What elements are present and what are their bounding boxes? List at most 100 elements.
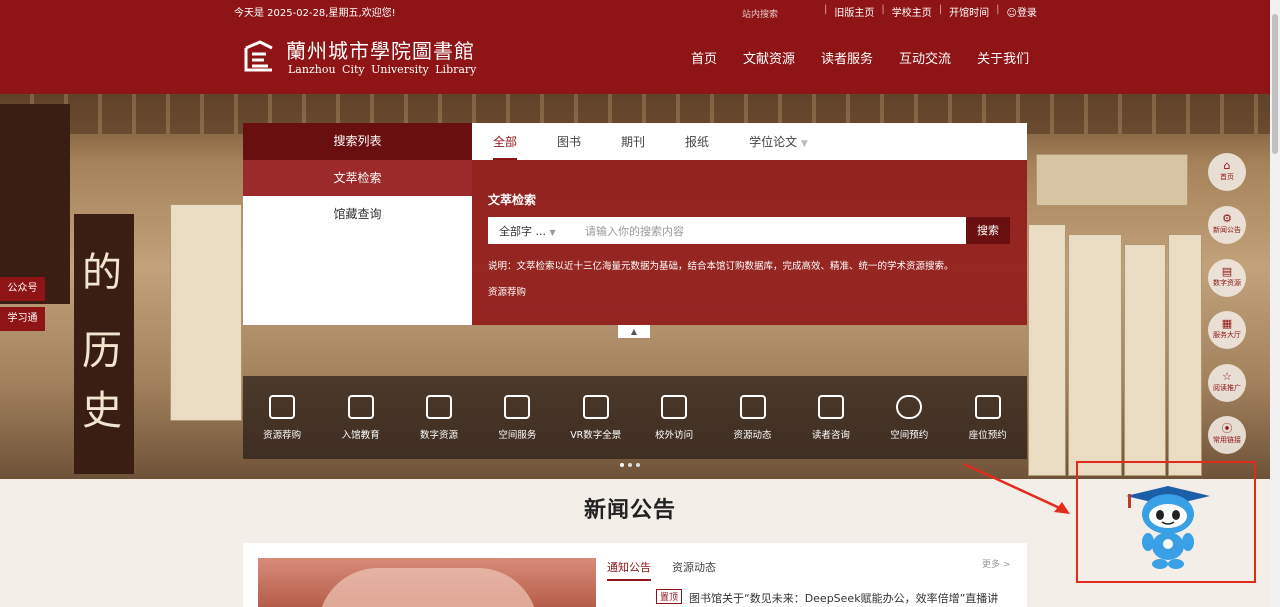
banner-panel xyxy=(1168,234,1202,476)
banner-panel xyxy=(1028,224,1066,476)
star-icon: ☆ xyxy=(1222,370,1232,383)
nav-resources[interactable]: 文献资源 xyxy=(743,48,795,67)
quick-link-vr-tour[interactable]: VR数字全景 xyxy=(557,394,635,441)
quick-link-seat-booking[interactable]: 座位预约 xyxy=(949,394,1027,441)
old-homepage-link[interactable]: 旧版主页 xyxy=(834,4,874,19)
divider: | xyxy=(996,4,1000,15)
chart-icon xyxy=(739,394,766,419)
book-icon: ▤ xyxy=(1221,265,1233,278)
quick-link-label: 数字资源 xyxy=(419,429,458,441)
nav-about[interactable]: 关于我们 xyxy=(977,48,1029,67)
browser-icon xyxy=(661,394,688,419)
tab-newspapers[interactable]: 报纸 xyxy=(685,133,709,150)
quick-link-label: 读者咨询 xyxy=(811,429,850,441)
banner-char: 的 xyxy=(82,250,122,296)
carousel-dots xyxy=(620,463,640,467)
chevron-down-icon: ▼ xyxy=(549,227,556,237)
quick-link-resource-news[interactable]: 资源动态 xyxy=(714,394,792,441)
library-logo-icon[interactable] xyxy=(242,40,276,74)
more-link[interactable]: 更多 > xyxy=(982,557,1010,570)
search-type-catalog[interactable]: 馆藏查询 xyxy=(243,196,472,232)
carousel-dot[interactable] xyxy=(636,463,640,467)
tab-theses[interactable]: 学位论文 ▼ xyxy=(749,133,808,150)
float-label: 首页 xyxy=(1220,173,1234,181)
search-type-wencui[interactable]: 文萃检索 xyxy=(243,160,472,196)
home-icon: ⌂ xyxy=(1223,159,1231,172)
quick-link-label: 空间服务 xyxy=(498,429,537,441)
news-image[interactable] xyxy=(258,558,596,607)
divider: | xyxy=(824,4,828,15)
wechat-official-tag[interactable]: 公众号 xyxy=(0,277,45,301)
calendar-icon xyxy=(974,394,1001,419)
quick-link-label: 入馆教育 xyxy=(341,429,380,441)
site-search-link[interactable]: 站内搜索 xyxy=(742,7,778,20)
quick-link-label: 校外访问 xyxy=(655,429,694,441)
banner-char: 史 xyxy=(82,388,122,434)
divider: | xyxy=(938,4,943,15)
nav-home[interactable]: 首页 xyxy=(691,48,717,67)
quick-link-space-service[interactable]: 空间服务 xyxy=(478,394,556,441)
search-input[interactable]: 请输入你的搜索内容 xyxy=(579,223,684,239)
search-box: 全部字 ... ▼ 请输入你的搜索内容 xyxy=(488,217,966,244)
header-bar xyxy=(0,0,1270,94)
news-section-title: 新闻公告 xyxy=(584,498,677,523)
float-digital-resources[interactable]: ▤ 数字资源 xyxy=(1208,259,1246,297)
banner-char: 历 xyxy=(82,328,122,374)
banner-panel xyxy=(1124,244,1166,476)
float-news[interactable]: ⚙ 新闻公告 xyxy=(1208,206,1246,244)
cart-icon xyxy=(269,394,296,419)
nav-reader-services[interactable]: 读者服务 xyxy=(821,48,873,67)
float-label: 服务大厅 xyxy=(1213,331,1241,339)
pinned-badge: 置顶 xyxy=(656,589,683,604)
tab-notices[interactable]: 通知公告 xyxy=(607,559,651,581)
banner-panel xyxy=(170,204,242,421)
scrollbar-thumb[interactable] xyxy=(1272,14,1278,154)
search-tabs: 全部 图书 期刊 报纸 学位论文 ▼ xyxy=(472,123,1027,160)
xuexitong-tag[interactable]: 学习通 xyxy=(0,307,45,331)
school-homepage-link[interactable]: 学校主页 xyxy=(892,4,932,19)
float-common-links[interactable]: ⦿ 常用链接 xyxy=(1208,416,1246,454)
search-section-title: 文萃检索 xyxy=(488,193,537,207)
opening-hours-link[interactable]: 开馆时间 xyxy=(949,4,989,19)
collapse-up-icon[interactable]: ▲ xyxy=(618,325,650,338)
float-reading-promo[interactable]: ☆ 阅读推广 xyxy=(1208,364,1246,402)
login-link[interactable]: ☺登录 xyxy=(1007,4,1037,19)
quick-link-offcampus-access[interactable]: 校外访问 xyxy=(635,394,713,441)
quick-link-label: 座位预约 xyxy=(968,429,1007,441)
tab-all[interactable]: 全部 xyxy=(493,133,518,160)
quick-link-label: 资源荐购 xyxy=(263,429,302,441)
quick-link-orientation[interactable]: 入馆教育 xyxy=(322,394,400,441)
top-links: | 旧版主页 | 学校主页 | 开馆时间 | ☺登录 xyxy=(824,4,1037,19)
quick-link-space-booking[interactable]: 空间预约 xyxy=(870,394,948,441)
resource-recommend-link[interactable]: 资源荐购 xyxy=(488,284,526,298)
float-home[interactable]: ⌂ 首页 xyxy=(1208,153,1246,191)
login-label: 登录 xyxy=(1016,8,1037,19)
float-label: 数字资源 xyxy=(1213,279,1241,287)
carousel-dot[interactable] xyxy=(620,463,624,467)
annotation-arrow-icon xyxy=(963,462,1070,514)
search-field-select[interactable]: 全部字 ... ▼ xyxy=(488,223,579,239)
quick-link-reader-consult[interactable]: 读者咨询 xyxy=(792,394,870,441)
quick-link-resource-recommend[interactable]: 资源荐购 xyxy=(243,394,321,441)
float-label: 新闻公告 xyxy=(1213,226,1241,234)
float-service-hall[interactable]: ▦ 服务大厅 xyxy=(1208,311,1246,349)
nav-interaction[interactable]: 互动交流 xyxy=(899,48,951,67)
logo-english-name[interactable]: Lanzhou City University Library xyxy=(288,63,476,76)
quick-links-bar: 资源荐购 入馆教育 数字资源 空间服务 VR数字全景 校外访问 资源动态 读者咨… xyxy=(243,376,1027,459)
search-field-value: 全部字 ... xyxy=(499,224,546,238)
robot-assistant-icon[interactable] xyxy=(1122,484,1214,570)
quick-link-digital-resources[interactable]: 数字资源 xyxy=(400,394,478,441)
compass-icon: ⦿ xyxy=(1221,422,1233,435)
search-button[interactable]: 搜索 xyxy=(966,217,1010,244)
tab-journals[interactable]: 期刊 xyxy=(621,133,645,150)
search-panel: 全部 图书 期刊 报纸 学位论文 ▼ 文萃检索 全部字 ... ▼ 请输入你的搜… xyxy=(472,123,1027,325)
news-headline[interactable]: 图书馆关于“数见未来：DeepSeek赋能办公，效率倍增”直播讲 xyxy=(689,590,998,606)
chat-icon xyxy=(817,394,844,419)
open-book-icon xyxy=(347,394,374,419)
tab-books[interactable]: 图书 xyxy=(557,133,581,150)
logo-chinese-name[interactable]: 蘭州城市學院圖書館 xyxy=(286,35,475,64)
carousel-dot[interactable] xyxy=(628,463,632,467)
tab-resource-news[interactable]: 资源动态 xyxy=(672,559,716,575)
hand-icon xyxy=(582,394,609,419)
main-nav: 首页 文献资源 读者服务 互动交流 关于我们 xyxy=(691,48,1029,67)
